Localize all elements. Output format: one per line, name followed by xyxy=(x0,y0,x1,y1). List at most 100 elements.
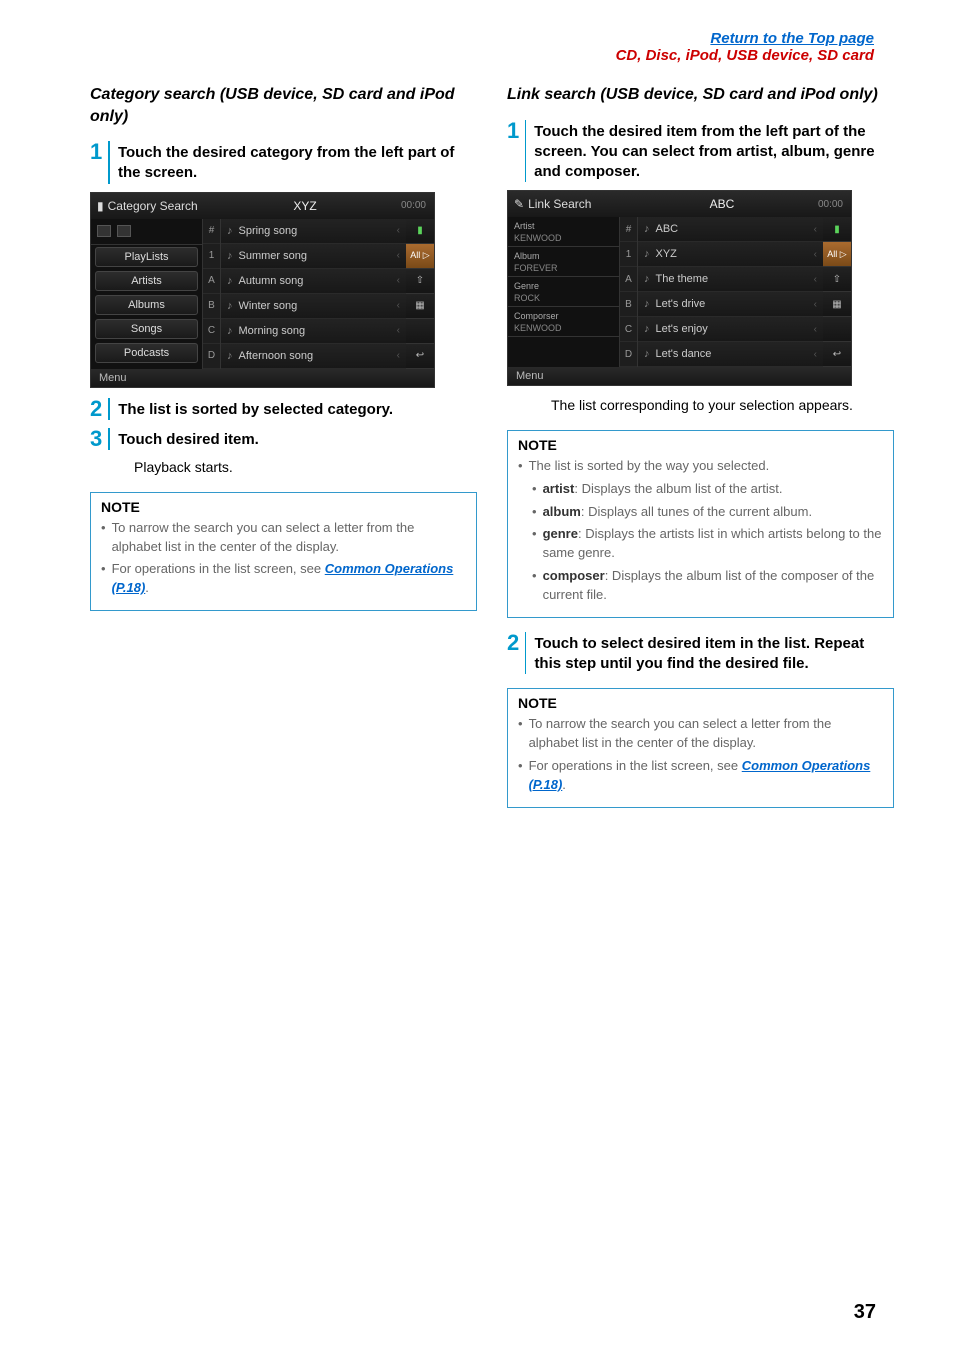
grid-button[interactable]: ▦ xyxy=(406,294,434,319)
top-page-link[interactable]: Return to the Top page xyxy=(0,30,874,47)
alpha-item[interactable]: B xyxy=(620,292,637,317)
step-number: 2 xyxy=(90,398,102,420)
meta-composer[interactable]: ComporserKENWOOD xyxy=(508,307,619,337)
menu-button[interactable]: Menu xyxy=(508,367,851,385)
blank-button xyxy=(406,319,434,344)
alpha-item[interactable]: A xyxy=(620,267,637,292)
note-text: artist: Displays the album list of the a… xyxy=(543,480,783,499)
note-text: To narrow the search you can select a le… xyxy=(529,715,883,753)
alpha-item[interactable]: 1 xyxy=(203,244,220,269)
meta-album[interactable]: AlbumFOREVER xyxy=(508,247,619,277)
link-search-title: Link search (USB device, SD card and iPo… xyxy=(507,84,894,106)
step-number: 1 xyxy=(507,120,519,142)
alpha-item[interactable]: # xyxy=(620,217,637,242)
list-item[interactable]: ♪ABC‹ xyxy=(638,217,823,242)
cat-podcasts[interactable]: Podcasts xyxy=(95,343,198,363)
grid-button[interactable]: ▦ xyxy=(823,292,851,317)
note-title: NOTE xyxy=(508,689,893,715)
alpha-item[interactable]: 1 xyxy=(620,242,637,267)
link-search-screenshot: ✎ Link Search ABC 00:00 ArtistKENWOOD Al… xyxy=(507,190,852,386)
step-text: Touch desired item. xyxy=(118,428,259,450)
screen-label: Link Search xyxy=(528,197,591,211)
note-box: NOTE •The list is sorted by the way you … xyxy=(507,430,894,618)
right-column: Link search (USB device, SD card and iPo… xyxy=(507,84,894,808)
time-display: 00:00 xyxy=(818,199,845,210)
music-icon[interactable] xyxy=(117,225,131,237)
alpha-list[interactable]: # 1 A B C D xyxy=(620,217,638,367)
right-buttons: ▮ All ▷ ⇧ ▦ ↩ xyxy=(406,219,434,369)
alpha-item[interactable]: C xyxy=(203,319,220,344)
alpha-list[interactable]: # 1 A B C D xyxy=(203,219,221,369)
blank-button xyxy=(823,317,851,342)
list-item[interactable]: ♪Winter song‹ xyxy=(221,294,406,319)
song-list: ♪Spring song‹ ♪Summer song‹ ♪Autumn song… xyxy=(221,219,406,369)
list-item[interactable]: ♪Let's enjoy‹ xyxy=(638,317,823,342)
left-step-2: 2 The list is sorted by selected categor… xyxy=(90,398,477,420)
back-button[interactable]: ↩ xyxy=(406,344,434,369)
alpha-item[interactable]: B xyxy=(203,294,220,319)
cat-songs[interactable]: Songs xyxy=(95,319,198,339)
list-item[interactable]: ♪Spring song‹ xyxy=(221,219,406,244)
list-item[interactable]: ♪XYZ‹ xyxy=(638,242,823,267)
cat-artists[interactable]: Artists xyxy=(95,271,198,291)
left-step-3: 3 Touch desired item. xyxy=(90,428,477,450)
play-button[interactable]: ▮ xyxy=(823,217,851,242)
note-text: The list is sorted by the way you select… xyxy=(529,457,770,476)
right-step-2: 2 Touch to select desired item in the li… xyxy=(507,632,894,675)
list-item[interactable]: ♪Let's drive‹ xyxy=(638,292,823,317)
left-column: Category search (USB device, SD card and… xyxy=(90,84,477,808)
chevron-icon: ‹ xyxy=(397,250,400,261)
note-text: To narrow the search you can select a le… xyxy=(112,519,466,557)
up-button[interactable]: ⇧ xyxy=(823,267,851,292)
left-icon-row xyxy=(91,219,202,245)
play-button[interactable]: ▮ xyxy=(406,219,434,244)
music-note-icon: ♪ xyxy=(227,250,233,262)
chevron-icon: ‹ xyxy=(814,249,817,260)
alpha-item[interactable]: C xyxy=(620,317,637,342)
list-item[interactable]: ♪Autumn song‹ xyxy=(221,269,406,294)
step-text: Touch to select desired item in the list… xyxy=(534,632,894,675)
alpha-item[interactable]: D xyxy=(203,344,220,369)
list-item[interactable]: ♪Summer song‹ xyxy=(221,244,406,269)
alpha-item[interactable]: D xyxy=(620,342,637,367)
back-button[interactable]: ↩ xyxy=(823,342,851,367)
chevron-icon: ‹ xyxy=(814,299,817,310)
note-text: composer: Displays the album list of the… xyxy=(543,567,883,605)
alpha-item[interactable]: # xyxy=(203,219,220,244)
music-note-icon: ♪ xyxy=(644,273,650,285)
cat-albums[interactable]: Albums xyxy=(95,295,198,315)
list-item[interactable]: ♪Afternoon song‹ xyxy=(221,344,406,369)
music-note-icon: ♪ xyxy=(644,348,650,360)
music-note-icon: ♪ xyxy=(227,300,233,312)
step-subtext: The list corresponding to your selection… xyxy=(551,396,894,416)
alpha-item[interactable]: A xyxy=(203,269,220,294)
note-text: For operations in the list screen, see C… xyxy=(112,560,466,598)
all-button[interactable]: All ▷ xyxy=(406,244,434,269)
right-step-1: 1 Touch the desired item from the left p… xyxy=(507,120,894,183)
category-search-screenshot: ▮ Category Search XYZ 00:00 PlayLists Ar… xyxy=(90,192,435,388)
meta-genre[interactable]: GenreROCK xyxy=(508,277,619,307)
chevron-icon: ‹ xyxy=(397,225,400,236)
up-button[interactable]: ⇧ xyxy=(406,269,434,294)
list-item[interactable]: ♪The theme‹ xyxy=(638,267,823,292)
category-icon: ▮ xyxy=(97,199,104,213)
chevron-icon: ‹ xyxy=(814,224,817,235)
step-number: 1 xyxy=(90,141,102,163)
folder-icon[interactable] xyxy=(97,225,111,237)
menu-button[interactable]: Menu xyxy=(91,369,434,387)
list-item[interactable]: ♪Let's dance‹ xyxy=(638,342,823,367)
music-note-icon: ♪ xyxy=(227,275,233,287)
time-display: 00:00 xyxy=(401,200,428,211)
chevron-icon: ‹ xyxy=(814,349,817,360)
meta-artist[interactable]: ArtistKENWOOD xyxy=(508,217,619,247)
step-text: Touch the desired item from the left par… xyxy=(534,120,894,183)
note-box: NOTE •To narrow the search you can selec… xyxy=(90,492,477,611)
step-number: 2 xyxy=(507,632,519,654)
music-note-icon: ♪ xyxy=(227,225,233,237)
step-text: The list is sorted by selected category. xyxy=(118,398,393,420)
all-button[interactable]: All ▷ xyxy=(823,242,851,267)
cat-playlists[interactable]: PlayLists xyxy=(95,247,198,267)
now-playing-title: ABC xyxy=(626,197,818,211)
list-item[interactable]: ♪Morning song‹ xyxy=(221,319,406,344)
chevron-icon: ‹ xyxy=(397,275,400,286)
